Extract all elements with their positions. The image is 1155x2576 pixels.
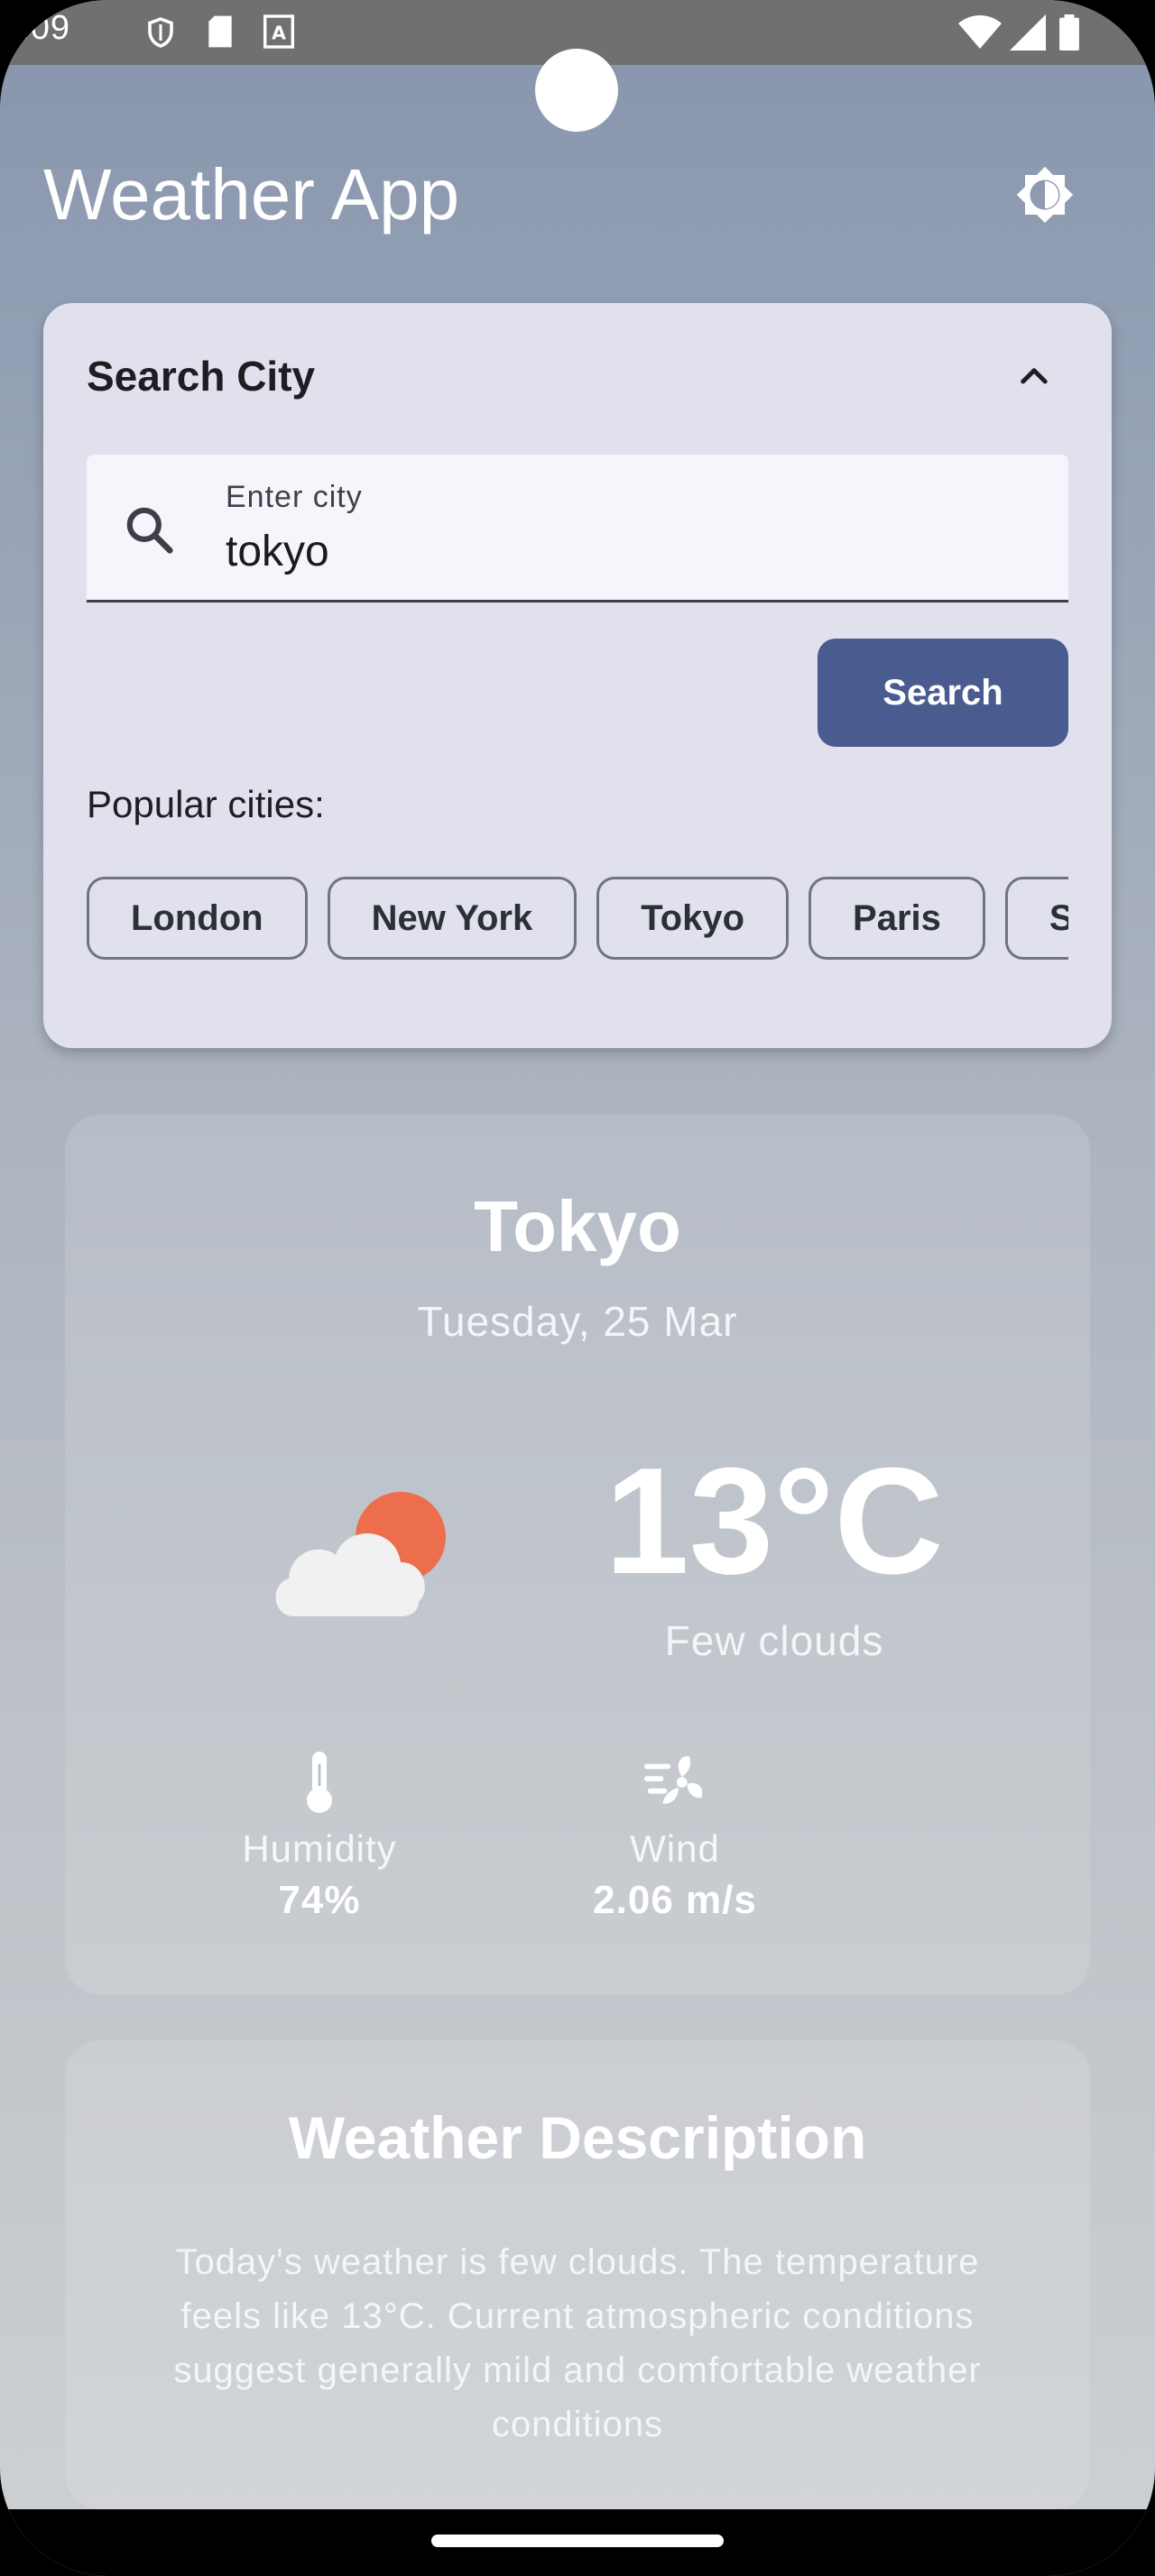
city-search-field[interactable]: Enter city tokyo (87, 455, 1068, 603)
battery-icon (1059, 14, 1079, 55)
description-title: Weather Description (288, 2104, 867, 2171)
humidity-value: 74% (278, 1878, 361, 1922)
wind-metric: Wind 2.06 m/s (540, 1746, 810, 1923)
city-chip-paris[interactable]: Paris (808, 877, 985, 960)
city-chip-tokyo[interactable]: Tokyo (596, 877, 790, 960)
search-button[interactable]: Search (818, 639, 1068, 747)
wind-label: Wind (630, 1827, 720, 1870)
sd-card-icon (206, 14, 235, 53)
city-chip-london[interactable]: London (87, 877, 308, 960)
search-icon (121, 501, 177, 562)
app-title: Weather App (43, 154, 460, 235)
wind-icon (540, 1746, 810, 1818)
weather-date: Tuesday, 25 Mar (417, 1298, 738, 1345)
wifi-icon (958, 14, 1002, 55)
humidity-label: Humidity (242, 1827, 397, 1870)
chevron-up-icon (1015, 356, 1053, 399)
thermometer-icon (184, 1746, 455, 1818)
city-chip-new-york[interactable]: New York (327, 877, 578, 960)
wind-value: 2.06 m/s (593, 1878, 757, 1922)
a-badge-icon: A (263, 14, 294, 53)
shield-icon (144, 14, 177, 55)
weather-description-card: Weather Description Today's weather is f… (65, 2040, 1090, 2509)
device-screen: 2:09 A Weather App Search City Enter cit… (0, 0, 1155, 2576)
current-weather-card: Tokyo Tuesday, 25 Mar 13°C Few clouds Hu… (65, 1115, 1090, 1995)
camera-cutout (535, 49, 618, 132)
brightness-icon (1015, 165, 1075, 229)
partly-cloudy-icon (269, 1485, 458, 1624)
svg-text:A: A (272, 23, 286, 44)
temperature-value: 13°C (605, 1436, 944, 1605)
status-time: 2:09 (0, 9, 70, 47)
home-gesture-handle[interactable] (431, 2535, 724, 2547)
theme-toggle-button[interactable] (1012, 164, 1077, 229)
search-card: Search City Enter city tokyo Search Popu… (43, 303, 1112, 1048)
popular-cities-list: London New York Tokyo Paris S (87, 877, 1068, 967)
cellular-signal-icon (1009, 14, 1047, 55)
weather-condition: Few clouds (664, 1617, 884, 1664)
city-name: Tokyo (474, 1186, 681, 1266)
collapse-button[interactable] (1007, 350, 1061, 404)
description-text: Today's weather is few clouds. The tempe… (173, 2242, 982, 2444)
humidity-metric: Humidity 74% (184, 1746, 455, 1923)
city-field-label: Enter city (226, 480, 363, 514)
search-card-title: Search City (87, 353, 316, 400)
navigation-bar (0, 2509, 1155, 2576)
popular-cities-label: Popular cities: (87, 783, 325, 825)
city-input[interactable]: tokyo (226, 527, 329, 576)
city-chip-partial[interactable]: S (1004, 877, 1068, 960)
